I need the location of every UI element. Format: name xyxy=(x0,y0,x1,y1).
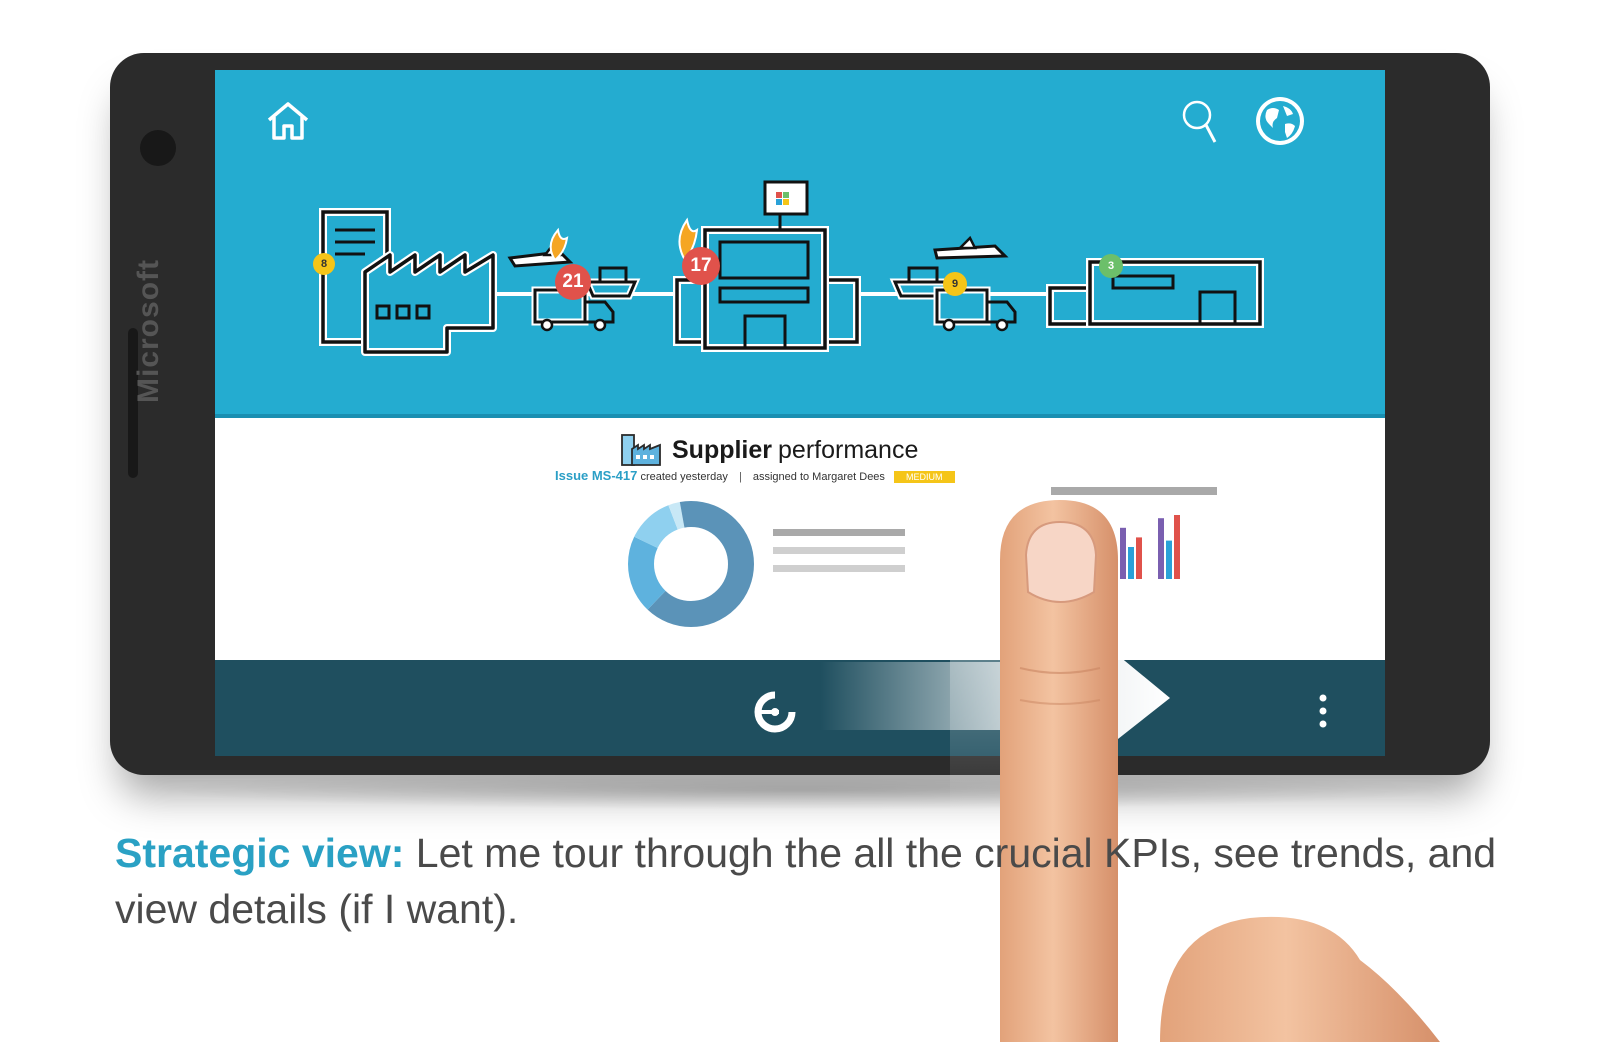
warehouse-icon xyxy=(1046,258,1264,328)
mini-bar xyxy=(1174,515,1180,579)
mini-bar xyxy=(1082,543,1088,579)
warehouse-badge[interactable]: 3 xyxy=(1099,254,1123,278)
legend-placeholder xyxy=(773,529,905,572)
app-screen: 8 21 17 9 3 Supplier performance Issue M… xyxy=(215,70,1385,756)
caption-lead: Strategic view: xyxy=(115,830,405,876)
issue-assignee: assigned to Margaret Dees xyxy=(752,471,885,483)
bar-chart-header-line xyxy=(1051,487,1217,495)
headquarters-badge[interactable]: 17 xyxy=(682,247,720,285)
issue-created: created yesterday xyxy=(640,471,728,483)
phone-shadow xyxy=(150,770,1450,810)
issue-separator: | xyxy=(738,471,742,483)
donut-chart[interactable] xyxy=(621,494,761,634)
more-vertical-icon[interactable] xyxy=(1318,694,1328,728)
card-title-rest: performance xyxy=(778,435,919,464)
mini-bar xyxy=(1120,527,1126,579)
caption: Strategic view: Let me tour through the … xyxy=(115,825,1535,937)
inbound-badge[interactable]: 21 xyxy=(555,264,591,300)
mini-bar xyxy=(1136,537,1142,579)
supplier-badge[interactable]: 8 xyxy=(313,253,335,275)
legend-line xyxy=(773,547,905,554)
supply-chain-banner: 8 21 17 9 3 xyxy=(215,70,1385,418)
mini-bar xyxy=(1166,540,1172,579)
factory-icon xyxy=(621,434,661,466)
mini-bar xyxy=(1090,521,1096,579)
supplier-factory-icon xyxy=(319,208,497,356)
mini-bar xyxy=(1098,550,1104,579)
bottom-app-bar xyxy=(215,660,1385,756)
card-title-bold: Supplier xyxy=(672,435,773,464)
mini-bar-chart[interactable] xyxy=(1080,513,1210,583)
legend-line xyxy=(773,529,905,536)
front-camera xyxy=(140,130,176,166)
cortana-icon[interactable] xyxy=(753,690,797,734)
issue-id-link[interactable]: Issue MS-417 xyxy=(555,468,637,483)
legend-line xyxy=(773,565,905,572)
supplier-performance-card[interactable]: Supplier performance Issue MS-417 create… xyxy=(215,418,1385,660)
mini-bar xyxy=(1158,518,1164,579)
priority-badge: MEDIUM xyxy=(894,471,955,484)
mini-bar xyxy=(1128,547,1134,579)
outbound-badge[interactable]: 9 xyxy=(943,272,967,296)
card-title: Supplier performance xyxy=(620,430,918,470)
supply-chain-illustration xyxy=(319,180,1264,356)
issue-meta: Issue MS-417 created yesterday | assigne… xyxy=(555,468,955,484)
device-brand: Microsoft xyxy=(132,259,165,403)
